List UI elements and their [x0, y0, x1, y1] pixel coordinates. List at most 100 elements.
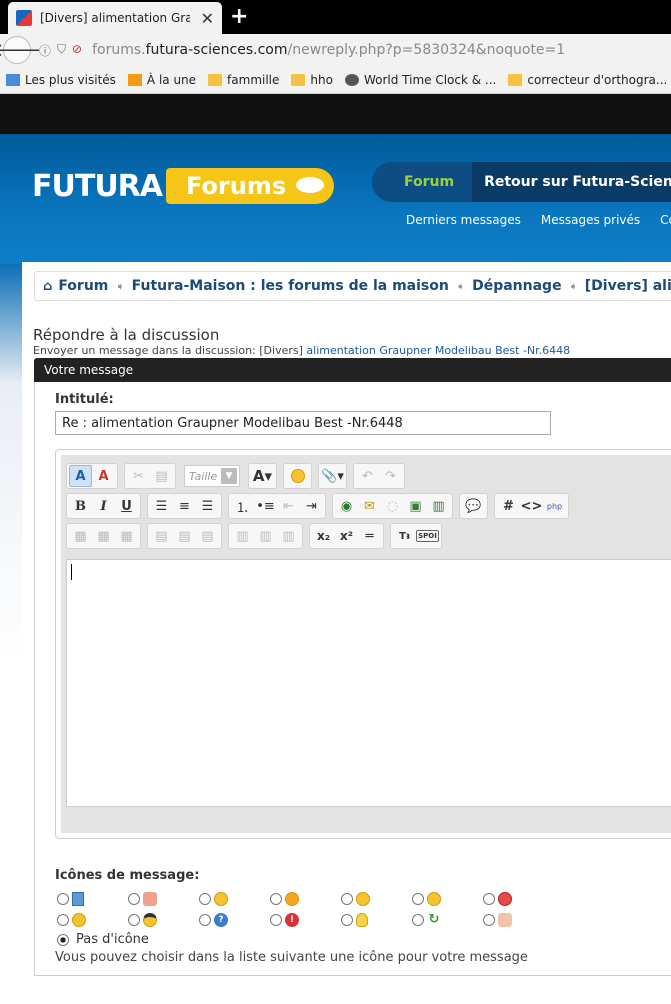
outdent-icon[interactable]: ⇤	[277, 495, 300, 517]
row-insert-after-icon[interactable]: ▤	[173, 525, 196, 547]
bookmark-item[interactable]: À la une	[127, 72, 197, 87]
video-icon[interactable]: ▥	[427, 495, 450, 517]
back-button[interactable]: 🡐	[0, 36, 41, 64]
smile-icon	[72, 912, 86, 927]
icon-radio[interactable]	[483, 892, 495, 905]
paste-icon[interactable]: ▤	[150, 465, 173, 487]
redo-icon[interactable]: ↷	[379, 465, 402, 487]
bookmark-item[interactable]: correcteur d'orthogra...	[508, 73, 667, 87]
no-icon-radio[interactable]	[57, 933, 69, 946]
subnav-messages-prives[interactable]: Messages privés	[541, 213, 640, 227]
undo-icon[interactable]: ↶	[356, 465, 379, 487]
shield-icon[interactable]: ⛉	[57, 42, 66, 59]
tex-icon[interactable]: Tꜣ	[393, 525, 416, 547]
home-icon[interactable]: ⌂	[43, 279, 52, 294]
bookmark-item[interactable]: hho	[291, 73, 333, 87]
align-left-icon[interactable]: ☰	[150, 495, 173, 517]
table-insert-icon[interactable]: ▦	[69, 525, 92, 547]
col-delete-icon[interactable]: ▥	[277, 525, 300, 547]
align-right-icon[interactable]: ☰	[196, 495, 219, 517]
folder-icon	[291, 73, 306, 86]
icon-radio[interactable]	[128, 892, 140, 905]
link-icon[interactable]: ◉	[335, 495, 358, 517]
icon-radio[interactable]	[412, 913, 424, 926]
indent-icon[interactable]: ⇥	[300, 495, 323, 517]
blocked-icon[interactable]: ⊘	[72, 42, 82, 59]
hash-icon[interactable]: #	[497, 495, 520, 517]
message-textarea[interactable]	[66, 559, 671, 807]
icon-radio[interactable]	[199, 892, 211, 905]
icon-radio[interactable]	[341, 892, 353, 905]
horizontal-rule-icon[interactable]: ═	[358, 525, 381, 547]
icon-radio[interactable]	[199, 913, 211, 926]
nav-retour-link[interactable]: Retour sur Futura-Sciences	[472, 174, 671, 190]
unordered-list-icon[interactable]: •≡	[254, 495, 277, 517]
close-tab-icon[interactable]: ✕	[201, 9, 214, 28]
bookmark-item[interactable]: fammille	[208, 73, 279, 87]
italic-icon[interactable]: I	[92, 495, 115, 517]
icon-radio[interactable]	[483, 913, 495, 926]
url-field[interactable]: forums.futura-sciences.com/newreply.php?…	[92, 42, 565, 58]
php-icon[interactable]: php	[543, 495, 566, 517]
main-content: ⌂ Forum ➧ Futura-Maison : les forums de …	[22, 262, 671, 1004]
font-size-select[interactable]: Taille ▼	[184, 465, 240, 487]
font-family-icon[interactable]: A▾	[251, 465, 274, 487]
bookmark-label: fammille	[227, 72, 280, 87]
attachment-icon[interactable]: 📎▾	[321, 465, 344, 487]
row-insert-before-icon[interactable]: ▤	[150, 525, 173, 547]
thread-link[interactable]: alimentation Graupner Modelibau Best -Nr…	[306, 344, 570, 357]
breadcrumb-forum[interactable]: Forum	[58, 278, 108, 294]
app-icon	[6, 73, 20, 86]
subnav-derniers-messages[interactable]: Derniers messages	[406, 213, 521, 227]
superscript-icon[interactable]: x²	[335, 525, 358, 547]
icon-radio[interactable]	[57, 913, 69, 926]
table-delete-icon[interactable]: ▦	[115, 525, 138, 547]
browser-tab[interactable]: [Divers] alimentation Grau... ✕	[8, 2, 222, 34]
ordered-list-icon[interactable]: ⒈	[231, 495, 254, 517]
icon-radio[interactable]	[341, 913, 353, 926]
align-center-icon[interactable]: ≡	[173, 495, 196, 517]
subscript-icon[interactable]: x₂	[312, 525, 335, 547]
bookmark-item[interactable]: World Time Clock & ...	[344, 72, 497, 87]
nav-forum-link[interactable]: Forum	[372, 162, 473, 202]
title-input[interactable]	[55, 411, 551, 435]
toolbar-row-2: B I U ☰ ≡ ☰ ⒈ •≡ ⇤ ⇥ ◉ ✉ ◌ ▣ ▥ 💬 # <> ph…	[66, 493, 575, 519]
remove-format-icon[interactable]: A	[92, 465, 115, 487]
col-insert-after-icon[interactable]: ▥	[254, 525, 277, 547]
unlink-icon[interactable]: ◌	[381, 495, 404, 517]
chevron-down-icon: ▼	[221, 468, 237, 484]
bookmark-label: World Time Clock & ...	[363, 72, 497, 87]
breadcrumb-depannage[interactable]: Dépannage	[472, 278, 561, 294]
futura-forums-logo[interactable]: FUTURA Forums	[32, 168, 335, 204]
breadcrumb-thread[interactable]: [Divers] alimenta	[585, 278, 671, 294]
icon-radio[interactable]	[270, 892, 282, 905]
bookmark-item[interactable]: Les plus visités	[6, 73, 116, 87]
image-icon[interactable]: ▣	[404, 495, 427, 517]
icon-radio[interactable]	[57, 892, 69, 905]
bold-icon[interactable]: B	[69, 495, 92, 517]
icon-radio[interactable]	[412, 892, 424, 905]
quote-icon[interactable]: 💬	[462, 495, 485, 517]
icon-radio[interactable]	[128, 913, 140, 926]
email-link-icon[interactable]: ✉	[358, 495, 381, 517]
info-icon[interactable]: ⓘ	[39, 42, 51, 59]
col-insert-before-icon[interactable]: ▥	[231, 525, 254, 547]
wysiwyg-mode-icon[interactable]: A	[69, 465, 92, 487]
icons-hint: Vous pouvez choisir dans la liste suivan…	[55, 950, 528, 965]
no-icon-option[interactable]: Pas d'icône	[57, 932, 149, 947]
message-panel: Intitulé: A A ✂ ▤ Taille▼	[34, 382, 671, 976]
site-favicon-icon	[16, 10, 32, 26]
table-edit-icon[interactable]: ▦	[92, 525, 115, 547]
row-delete-icon[interactable]: ▤	[196, 525, 219, 547]
underline-icon[interactable]: U	[115, 495, 138, 517]
new-tab-icon[interactable]: +	[230, 4, 248, 29]
bookmark-label: À la une	[146, 72, 197, 87]
subnav-cor[interactable]: Cor	[660, 213, 671, 227]
code-icon[interactable]: <>	[520, 495, 543, 517]
spoiler-icon[interactable]: SPOI	[416, 530, 439, 542]
cut-icon[interactable]: ✂	[127, 465, 150, 487]
address-bar: 🡐 ⓘ ⛉ ⊘ forums.futura-sciences.com/newre…	[0, 34, 671, 66]
icon-radio[interactable]	[270, 913, 282, 926]
smilies-icon[interactable]	[286, 465, 309, 487]
breadcrumb-futura-maison[interactable]: Futura-Maison : les forums de la maison	[132, 278, 449, 294]
